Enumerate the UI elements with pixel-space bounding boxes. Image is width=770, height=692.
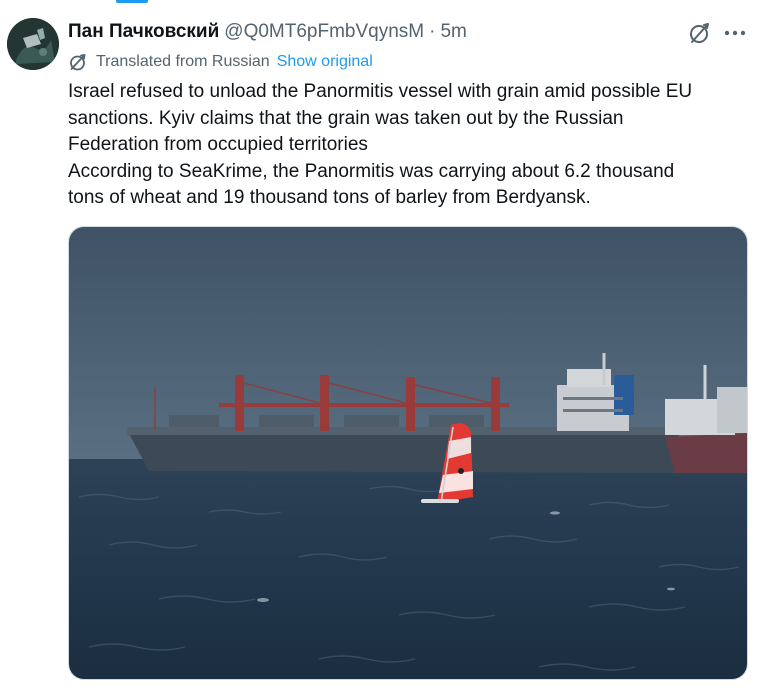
tweet-photo[interactable] [68, 226, 748, 680]
grok-icon[interactable] [686, 19, 714, 47]
tweet-line: sanctions. Kyiv claims that the grain wa… [68, 107, 624, 129]
translation-bar: Translated from Russian Show original [68, 51, 373, 73]
top-strip [0, 0, 770, 4]
user-handle[interactable]: @Q0MT6pFmbVqynsM [224, 21, 424, 43]
translate-icon [68, 52, 88, 72]
translated-label: Translated from Russian [96, 53, 270, 70]
tweet-text: Israel refused to unload the Panormitis … [68, 79, 748, 212]
display-name[interactable]: Пан Пачковский [68, 21, 219, 43]
timestamp[interactable]: 5m [440, 21, 466, 43]
tweet-line: Israel refused to unload the Panormitis … [68, 81, 693, 102]
more-icon[interactable] [720, 19, 750, 47]
tweet-line: Federation from occupied territories [68, 134, 368, 155]
avatar[interactable] [7, 18, 59, 70]
tweet-header: Пан Пачковский @Q0MT6pFmbVqynsM · 5m [68, 19, 467, 45]
show-original-link[interactable]: Show original [277, 53, 373, 71]
tweet-line: tons of wheat and 19 thousand tons of ba… [68, 187, 591, 208]
active-tab-indicator [116, 0, 148, 3]
tweet-line: According to SeaKrime, the Panormitis wa… [68, 160, 675, 182]
separator-dot: · [429, 21, 436, 42]
